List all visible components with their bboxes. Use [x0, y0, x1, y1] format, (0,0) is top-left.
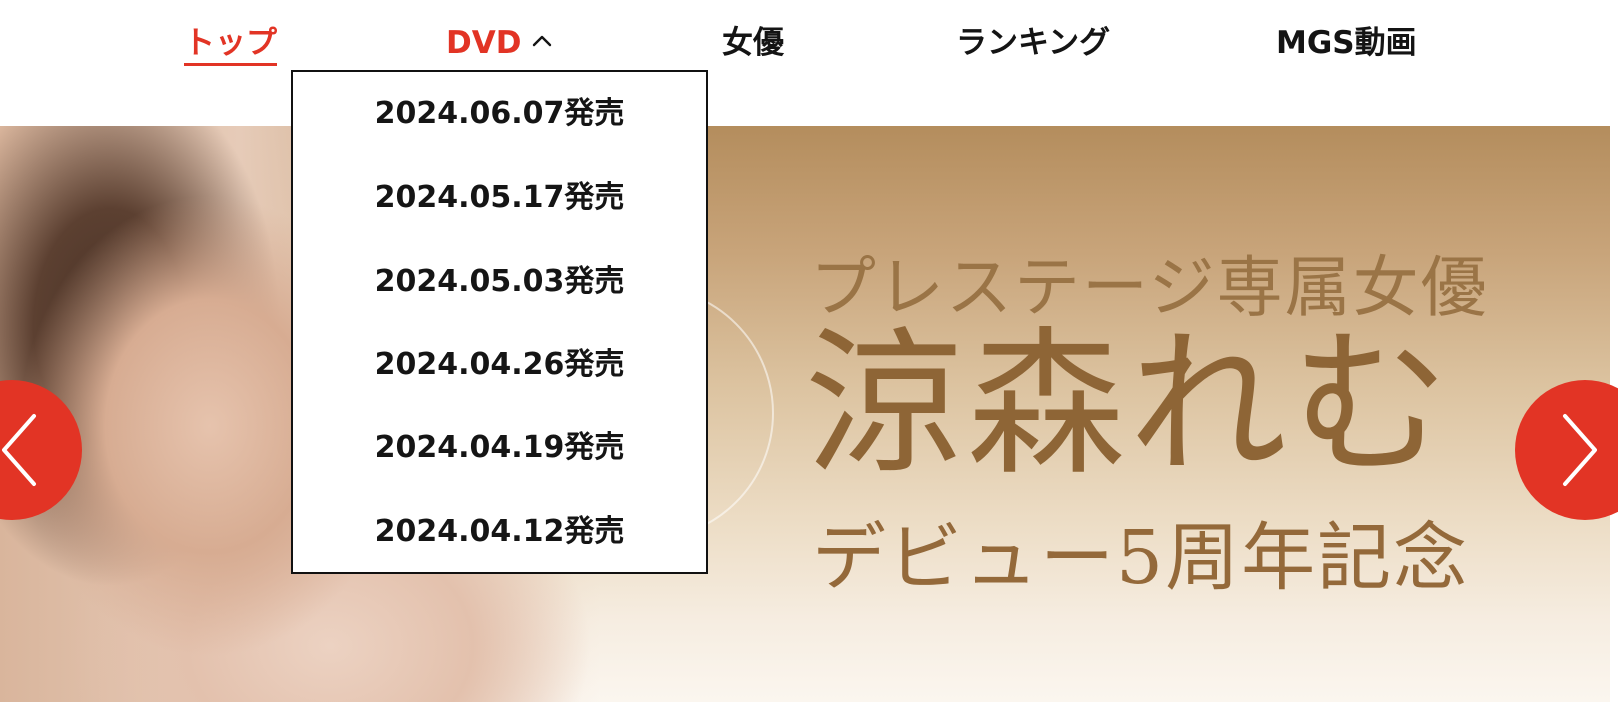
dvd-menu-item[interactable]: 2024.04.12発売 [293, 510, 706, 554]
chevron-up-icon [531, 33, 553, 47]
nav-item-dvd-label: DVD [446, 25, 522, 61]
nav-item-mgs-video[interactable]: MGS動画 [1276, 20, 1417, 66]
chevron-right-icon [1563, 414, 1597, 486]
dvd-menu-item[interactable]: 2024.04.26発売 [293, 343, 706, 387]
dvd-menu-item[interactable]: 2024.05.03発売 [293, 260, 706, 304]
hero-banner[interactable]: y プレステージ専属女優 涼森れむ デビュー5周年記念 [0, 126, 1610, 702]
dvd-menu-item[interactable]: 2024.04.19発売 [293, 426, 706, 470]
banner-title: 涼森れむ [805, 313, 1453, 497]
chevron-left-icon [2, 414, 36, 486]
dvd-menu-item[interactable]: 2024.05.17発売 [293, 176, 706, 220]
banner-caption: デビュー5周年記念 [812, 515, 1470, 601]
nav-item-top[interactable]: トップ [184, 20, 277, 66]
nav-item-ranking[interactable]: ランキング [956, 20, 1110, 66]
nav-item-actress[interactable]: 女優 [722, 20, 784, 66]
nav-item-actress-label: 女優 [722, 25, 784, 61]
dvd-dropdown-menu: 2024.06.07発売 2024.05.17発売 2024.05.03発売 2… [291, 70, 708, 574]
nav-item-dvd[interactable]: DVD [446, 20, 553, 66]
dvd-menu-item[interactable]: 2024.06.07発売 [293, 92, 706, 136]
nav-item-ranking-label: ランキング [956, 25, 1111, 61]
nav-item-mgs-video-label: MGS動画 [1276, 25, 1417, 61]
main-nav: トップ DVD 女優 ランキング MGS動画 [0, 0, 1618, 86]
nav-item-top-label: トップ [184, 25, 277, 61]
